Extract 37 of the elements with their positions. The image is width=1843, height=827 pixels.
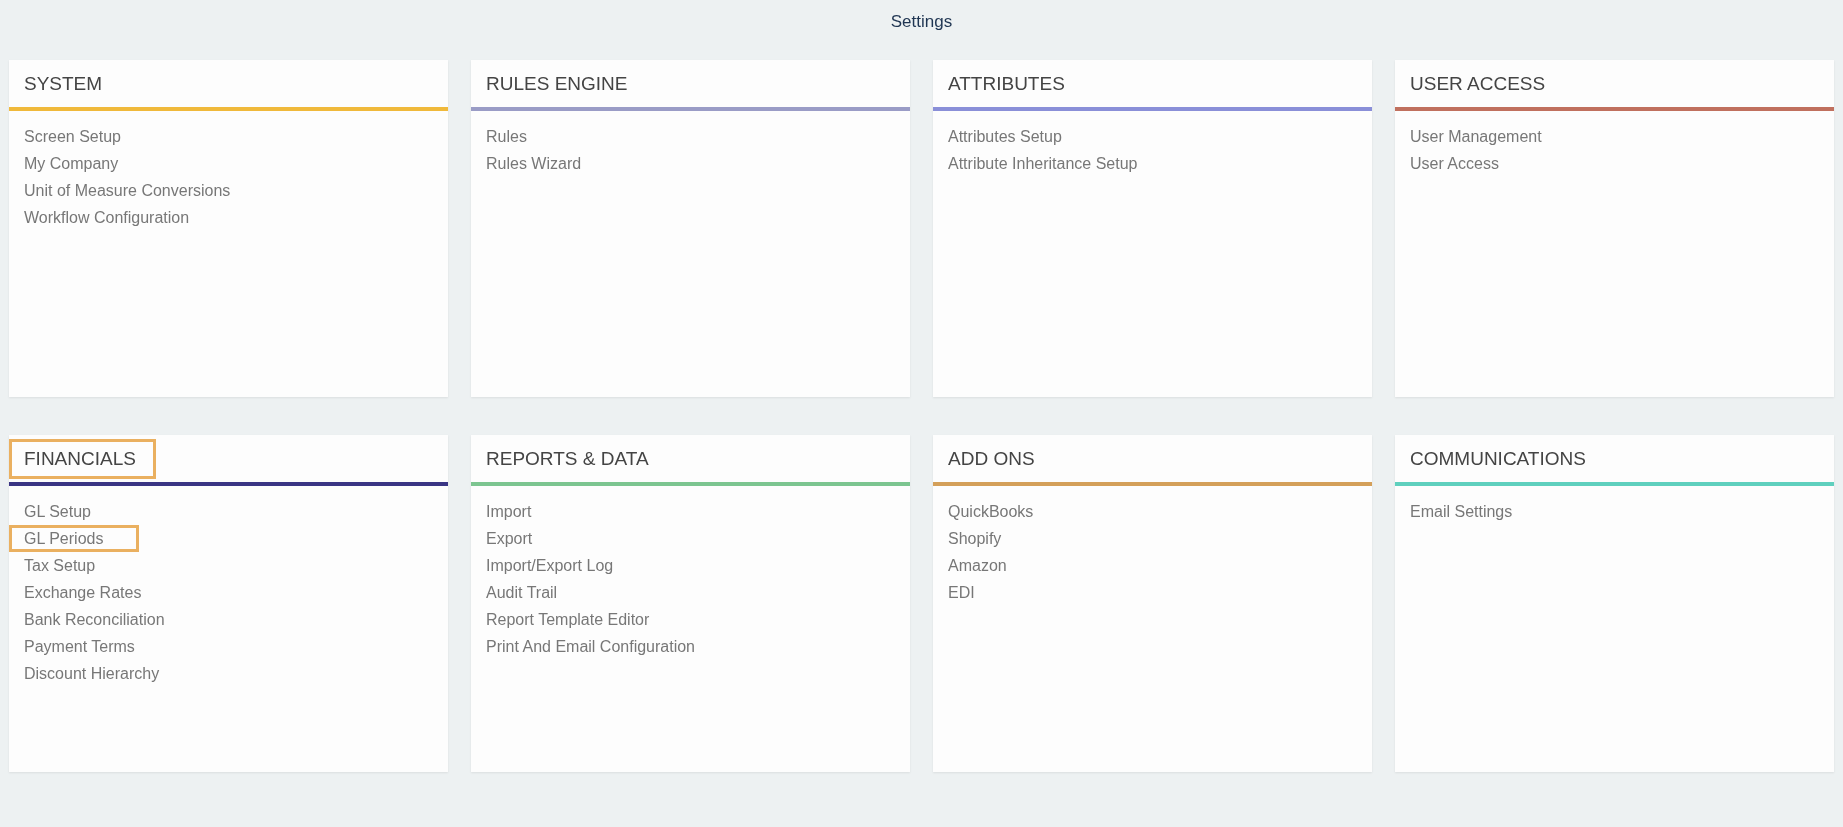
settings-link[interactable]: Rules: [471, 123, 535, 150]
settings-link[interactable]: Rules Wizard: [471, 150, 590, 177]
settings-link[interactable]: User Access: [1395, 150, 1507, 177]
settings-link[interactable]: Import: [471, 498, 540, 525]
settings-link[interactable]: Print And Email Configuration: [471, 633, 703, 660]
settings-link[interactable]: Payment Terms: [9, 633, 143, 660]
settings-link[interactable]: User Management: [1395, 123, 1550, 150]
card-title: REPORTS & DATA: [485, 446, 650, 471]
settings-link[interactable]: QuickBooks: [933, 498, 1042, 525]
card-title: SYSTEM: [23, 71, 104, 96]
settings-link[interactable]: Screen Setup: [9, 123, 129, 150]
card-title: COMMUNICATIONS: [1409, 446, 1587, 471]
card-title: USER ACCESS: [1409, 71, 1547, 96]
settings-link[interactable]: Tax Setup: [9, 552, 104, 579]
card-title: FINANCIALS: [9, 438, 156, 479]
settings-link[interactable]: Workflow Configuration: [9, 204, 198, 231]
card-title: ATTRIBUTES: [947, 71, 1066, 96]
settings-link[interactable]: Report Template Editor: [471, 606, 658, 633]
settings-link[interactable]: Audit Trail: [471, 579, 566, 606]
settings-link[interactable]: Import/Export Log: [471, 552, 622, 579]
settings-link[interactable]: GL Setup: [9, 498, 99, 525]
settings-link[interactable]: EDI: [933, 579, 983, 606]
settings-link[interactable]: Exchange Rates: [9, 579, 150, 606]
card-title: RULES ENGINE: [485, 71, 629, 96]
page-title: Settings: [890, 11, 953, 33]
settings-link[interactable]: Email Settings: [1395, 498, 1521, 525]
settings-link[interactable]: Unit of Measure Conversions: [9, 177, 239, 204]
settings-link[interactable]: Amazon: [933, 552, 1015, 579]
settings-link[interactable]: Discount Hierarchy: [9, 660, 168, 687]
card-title: ADD ONS: [947, 446, 1036, 471]
settings-link[interactable]: Export: [471, 525, 541, 552]
settings-link[interactable]: My Company: [9, 150, 127, 177]
settings-link[interactable]: Attributes Setup: [933, 123, 1070, 150]
settings-link[interactable]: Shopify: [933, 525, 1010, 552]
settings-link[interactable]: Bank Reconciliation: [9, 606, 173, 633]
settings-link[interactable]: GL Periods: [9, 525, 139, 552]
settings-link[interactable]: Attribute Inheritance Setup: [933, 150, 1146, 177]
